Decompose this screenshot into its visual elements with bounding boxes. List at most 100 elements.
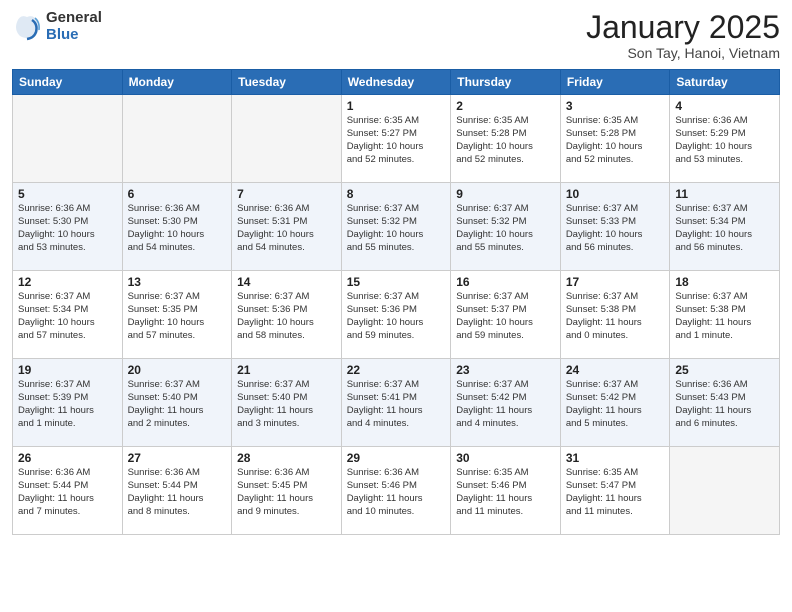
day-info: Sunrise: 6:36 AM Sunset: 5:46 PM Dayligh… <box>347 467 446 518</box>
col-saturday: Saturday <box>670 70 780 95</box>
day-info: Sunrise: 6:36 AM Sunset: 5:30 PM Dayligh… <box>18 203 117 254</box>
day-number: 31 <box>566 451 665 465</box>
day-info: Sunrise: 6:37 AM Sunset: 5:38 PM Dayligh… <box>675 291 774 342</box>
day-number: 11 <box>675 187 774 201</box>
calendar-cell: 31 Sunrise: 6:35 AM Sunset: 5:47 PM Dayli… <box>560 447 670 535</box>
calendar-cell: 15 Sunrise: 6:37 AM Sunset: 5:36 PM Dayli… <box>341 271 451 359</box>
calendar-cell: 26Sunrise: 6:36 AM Sunset: 5:44 PM Dayli… <box>13 447 123 535</box>
day-number: 16 <box>456 275 555 289</box>
day-info: Sunrise: 6:37 AM Sunset: 5:33 PM Dayligh… <box>566 203 665 254</box>
calendar-cell <box>232 95 342 183</box>
calendar-cell <box>670 447 780 535</box>
day-info: Sunrise: 6:37 AM Sunset: 5:34 PM Dayligh… <box>675 203 774 254</box>
calendar-row-3: 12Sunrise: 6:37 AM Sunset: 5:34 PM Dayli… <box>13 271 780 359</box>
header: General Blue January 2025 Son Tay, Hanoi… <box>12 10 780 61</box>
calendar-cell: 5 Sunrise: 6:36 AM Sunset: 5:30 PM Daylig… <box>13 183 123 271</box>
day-info: Sunrise: 6:37 AM Sunset: 5:40 PM Dayligh… <box>128 379 227 430</box>
calendar-table: Sunday Monday Tuesday Wednesday Thursday… <box>12 69 780 535</box>
calendar-cell: 16 Sunrise: 6:37 AM Sunset: 5:37 PM Dayli… <box>451 271 561 359</box>
day-number: 28 <box>237 451 336 465</box>
calendar-cell: 6 Sunrise: 6:36 AM Sunset: 5:30 PM Daylig… <box>122 183 232 271</box>
day-number: 12 <box>18 275 117 289</box>
day-number: 25 <box>675 363 774 377</box>
day-number: 9 <box>456 187 555 201</box>
calendar-row-1: 1 Sunrise: 6:35 AM Sunset: 5:27 PM Daylig… <box>13 95 780 183</box>
calendar-cell: 30Sunrise: 6:35 AM Sunset: 5:46 PM Dayli… <box>451 447 561 535</box>
day-number: 5 <box>18 187 117 201</box>
calendar-cell: 9 Sunrise: 6:37 AM Sunset: 5:32 PM Daylig… <box>451 183 561 271</box>
day-info: Sunrise: 6:37 AM Sunset: 5:36 PM Dayligh… <box>347 291 446 342</box>
day-info: Sunrise: 6:35 AM Sunset: 5:46 PM Dayligh… <box>456 467 555 518</box>
col-thursday: Thursday <box>451 70 561 95</box>
calendar-cell: 12Sunrise: 6:37 AM Sunset: 5:34 PM Dayli… <box>13 271 123 359</box>
day-info: Sunrise: 6:37 AM Sunset: 5:41 PM Dayligh… <box>347 379 446 430</box>
day-info: Sunrise: 6:36 AM Sunset: 5:30 PM Dayligh… <box>128 203 227 254</box>
day-info: Sunrise: 6:37 AM Sunset: 5:35 PM Dayligh… <box>128 291 227 342</box>
day-number: 6 <box>128 187 227 201</box>
day-info: Sunrise: 6:35 AM Sunset: 5:27 PM Dayligh… <box>347 115 446 166</box>
day-info: Sunrise: 6:37 AM Sunset: 5:37 PM Dayligh… <box>456 291 555 342</box>
calendar-row-5: 26 Sunrise: 6:36 AM Sunset: 5:44 PM Dayli… <box>13 447 780 535</box>
logo-text: General Blue <box>46 10 102 43</box>
day-info: Sunrise: 6:37 AM Sunset: 5:38 PM Dayligh… <box>566 291 665 342</box>
day-info: Sunrise: 6:35 AM Sunset: 5:28 PM Dayligh… <box>566 115 665 166</box>
col-wednesday: Wednesday <box>341 70 451 95</box>
day-number: 21 <box>237 363 336 377</box>
day-info: Sunrise: 6:37 AM Sunset: 5:40 PM Dayligh… <box>237 379 336 430</box>
day-number: 3 <box>566 99 665 113</box>
calendar-cell: 2 Sunrise: 6:35 AM Sunset: 5:28 PM Daylig… <box>451 95 561 183</box>
day-info: Sunrise: 6:37 AM Sunset: 5:36 PM Dayligh… <box>237 291 336 342</box>
col-tuesday: Tuesday <box>232 70 342 95</box>
col-friday: Friday <box>560 70 670 95</box>
calendar-cell: 7 Sunrise: 6:36 AM Sunset: 5:31 PM Daylig… <box>232 183 342 271</box>
day-number: 26 <box>18 451 117 465</box>
calendar-cell: 1 Sunrise: 6:35 AM Sunset: 5:27 PM Daylig… <box>341 95 451 183</box>
calendar-cell: 21 Sunrise: 6:37 AM Sunset: 5:40 PM Dayli… <box>232 359 342 447</box>
calendar-cell: 29 Sunrise: 6:36 AM Sunset: 5:46 PM Dayli… <box>341 447 451 535</box>
day-number: 1 <box>347 99 446 113</box>
day-number: 10 <box>566 187 665 201</box>
day-number: 19 <box>18 363 117 377</box>
calendar-cell: 14Sunrise: 6:37 AM Sunset: 5:36 PM Dayli… <box>232 271 342 359</box>
day-info: Sunrise: 6:35 AM Sunset: 5:28 PM Dayligh… <box>456 115 555 166</box>
day-info: Sunrise: 6:36 AM Sunset: 5:31 PM Dayligh… <box>237 203 336 254</box>
day-info: Sunrise: 6:36 AM Sunset: 5:43 PM Dayligh… <box>675 379 774 430</box>
calendar-cell: 25 Sunrise: 6:36 AM Sunset: 5:43 PM Dayli… <box>670 359 780 447</box>
col-monday: Monday <box>122 70 232 95</box>
day-number: 17 <box>566 275 665 289</box>
day-info: Sunrise: 6:36 AM Sunset: 5:44 PM Dayligh… <box>128 467 227 518</box>
day-info: Sunrise: 6:37 AM Sunset: 5:42 PM Dayligh… <box>456 379 555 430</box>
calendar-cell: 11 Sunrise: 6:37 AM Sunset: 5:34 PM Dayli… <box>670 183 780 271</box>
day-number: 27 <box>128 451 227 465</box>
calendar-cell: 22Sunrise: 6:37 AM Sunset: 5:41 PM Dayli… <box>341 359 451 447</box>
day-info: Sunrise: 6:37 AM Sunset: 5:32 PM Dayligh… <box>347 203 446 254</box>
day-number: 8 <box>347 187 446 201</box>
day-number: 15 <box>347 275 446 289</box>
day-info: Sunrise: 6:35 AM Sunset: 5:47 PM Dayligh… <box>566 467 665 518</box>
day-number: 23 <box>456 363 555 377</box>
day-number: 29 <box>347 451 446 465</box>
day-number: 20 <box>128 363 227 377</box>
day-number: 2 <box>456 99 555 113</box>
calendar-cell: 20 Sunrise: 6:37 AM Sunset: 5:40 PM Dayli… <box>122 359 232 447</box>
calendar-cell: 19Sunrise: 6:37 AM Sunset: 5:39 PM Dayli… <box>13 359 123 447</box>
calendar-cell <box>13 95 123 183</box>
calendar-cell: 28 Sunrise: 6:36 AM Sunset: 5:45 PM Dayli… <box>232 447 342 535</box>
day-number: 13 <box>128 275 227 289</box>
calendar-cell: 4Sunrise: 6:36 AM Sunset: 5:29 PM Daylig… <box>670 95 780 183</box>
calendar-page: General Blue January 2025 Son Tay, Hanoi… <box>0 0 792 612</box>
day-number: 7 <box>237 187 336 201</box>
day-number: 24 <box>566 363 665 377</box>
day-info: Sunrise: 6:36 AM Sunset: 5:45 PM Dayligh… <box>237 467 336 518</box>
title-block: January 2025 Son Tay, Hanoi, Vietnam <box>586 10 780 61</box>
day-info: Sunrise: 6:37 AM Sunset: 5:42 PM Dayligh… <box>566 379 665 430</box>
calendar-cell: 24 Sunrise: 6:37 AM Sunset: 5:42 PM Dayli… <box>560 359 670 447</box>
calendar-cell: 8 Sunrise: 6:37 AM Sunset: 5:32 PM Daylig… <box>341 183 451 271</box>
day-info: Sunrise: 6:37 AM Sunset: 5:32 PM Dayligh… <box>456 203 555 254</box>
calendar-cell: 17 Sunrise: 6:37 AM Sunset: 5:38 PM Dayli… <box>560 271 670 359</box>
calendar-cell: 3 Sunrise: 6:35 AM Sunset: 5:28 PM Daylig… <box>560 95 670 183</box>
calendar-row-2: 5 Sunrise: 6:36 AM Sunset: 5:30 PM Daylig… <box>13 183 780 271</box>
calendar-header-row: Sunday Monday Tuesday Wednesday Thursday… <box>13 70 780 95</box>
calendar-cell: 27 Sunrise: 6:36 AM Sunset: 5:44 PM Dayli… <box>122 447 232 535</box>
day-number: 18 <box>675 275 774 289</box>
